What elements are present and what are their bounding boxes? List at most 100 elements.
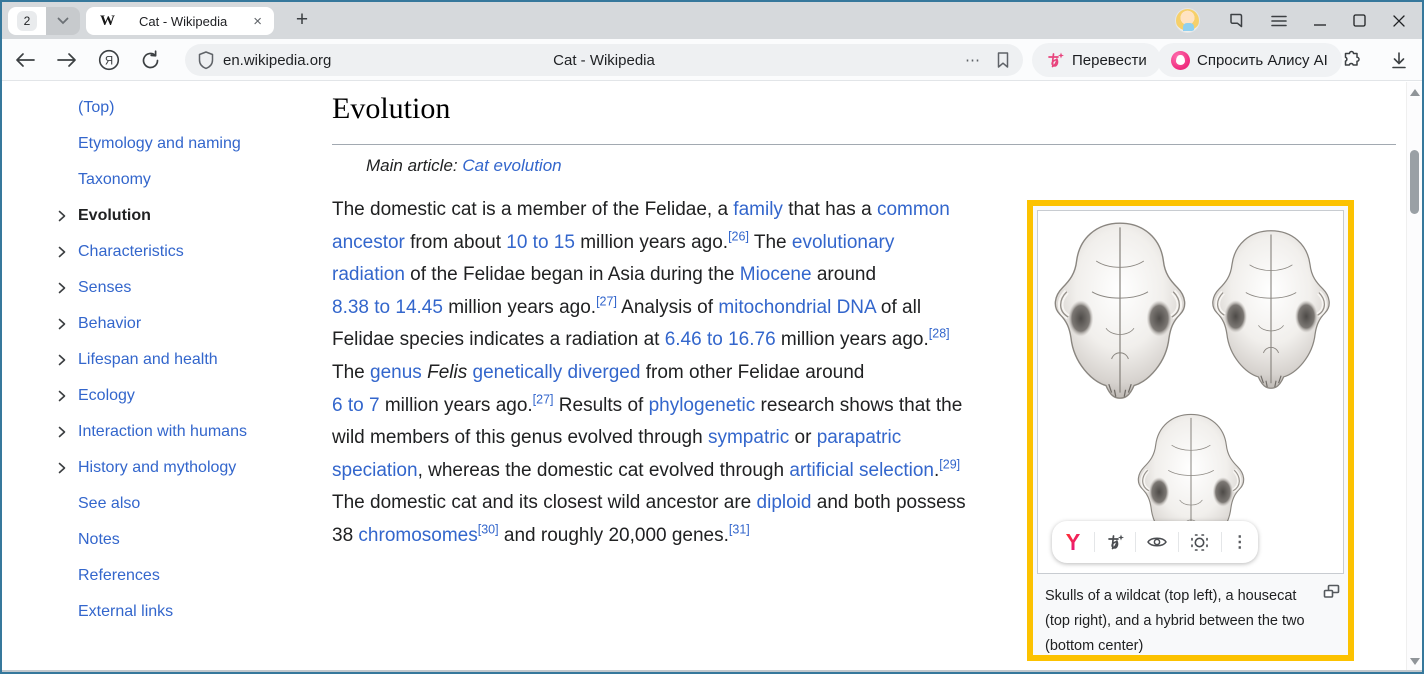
extensions-button[interactable] bbox=[1342, 50, 1362, 70]
sidebar-item-top[interactable]: (Top) bbox=[2, 90, 302, 126]
translate-icon bbox=[1046, 51, 1065, 70]
citation-link[interactable]: [31] bbox=[729, 523, 750, 537]
sidebar-item-taxonomy[interactable]: Taxonomy bbox=[2, 162, 302, 198]
maximize-button[interactable] bbox=[1353, 14, 1366, 27]
article-link[interactable]: parapatric bbox=[817, 427, 902, 448]
image-hover-toolbar: ⋮ bbox=[1052, 521, 1258, 563]
sidebar-item-interaction[interactable]: Interaction with humans bbox=[2, 414, 302, 450]
chevron-right-icon[interactable] bbox=[56, 390, 68, 402]
profile-avatar[interactable] bbox=[1175, 8, 1200, 33]
article-link[interactable]: chromosomes bbox=[358, 525, 477, 546]
article-link[interactable]: genetically diverged bbox=[473, 362, 641, 383]
url-field[interactable]: en.wikipedia.org Cat - Wikipedia ⋯ bbox=[185, 44, 1023, 76]
article-link[interactable]: mitochondrial DNA bbox=[718, 297, 875, 318]
chevron-right-icon[interactable] bbox=[56, 426, 68, 438]
article-link[interactable]: sympatric bbox=[708, 427, 789, 448]
article-link[interactable]: radiation bbox=[332, 264, 405, 285]
article-link[interactable]: genus bbox=[370, 362, 422, 383]
puzzle-icon bbox=[1342, 50, 1362, 70]
sidebar-item-references[interactable]: References bbox=[2, 558, 302, 594]
page-scrollbar[interactable] bbox=[1406, 82, 1422, 672]
article-link[interactable]: artificial selection bbox=[789, 460, 934, 481]
sidebar-item-characteristics[interactable]: Characteristics bbox=[2, 234, 302, 270]
scroll-down-arrow[interactable] bbox=[1410, 658, 1420, 665]
ask-alice-label: Спросить Алису AI bbox=[1197, 52, 1328, 69]
sidebar-item-behavior[interactable]: Behavior bbox=[2, 306, 302, 342]
forward-button[interactable] bbox=[56, 52, 78, 68]
url-overflow-menu[interactable]: ⋯ bbox=[965, 51, 981, 69]
citation-link[interactable]: [28] bbox=[929, 327, 950, 341]
chevron-right-icon[interactable] bbox=[56, 282, 68, 294]
article-link[interactable]: 6 to 7 bbox=[332, 395, 380, 416]
close-window-button[interactable] bbox=[1392, 14, 1406, 28]
highlighted-thumbnail: ⋮ Skulls of a wildcat (top left), a hous… bbox=[1027, 200, 1354, 661]
yandex-y-icon[interactable] bbox=[1062, 531, 1084, 553]
tab-counter[interactable]: 2 bbox=[8, 7, 80, 35]
downloads-button[interactable] bbox=[1390, 51, 1408, 70]
sidebar-item-etymology[interactable]: Etymology and naming bbox=[2, 126, 302, 162]
image-search-lens-icon[interactable] bbox=[1189, 532, 1210, 553]
article-link[interactable]: 6.46 to 16.76 bbox=[665, 329, 776, 350]
citation-link[interactable]: [29] bbox=[939, 457, 960, 471]
tab-counter-button[interactable]: 2 bbox=[8, 7, 46, 35]
kebab-menu-icon[interactable]: ⋮ bbox=[1232, 532, 1248, 552]
new-tab-button[interactable]: + bbox=[288, 6, 316, 34]
expand-image-icon[interactable] bbox=[1323, 584, 1340, 599]
minimize-button[interactable] bbox=[1313, 14, 1327, 28]
sidebar-item-lifespan[interactable]: Lifespan and health bbox=[2, 342, 302, 378]
chevron-right-icon[interactable] bbox=[56, 210, 68, 222]
tab-close-icon[interactable]: × bbox=[251, 13, 264, 30]
translate-image-icon[interactable] bbox=[1106, 533, 1125, 552]
citation-link[interactable]: [30] bbox=[478, 523, 499, 537]
arrow-right-icon bbox=[56, 52, 78, 68]
chevron-right-icon[interactable] bbox=[56, 462, 68, 474]
article-link[interactable]: 10 to 15 bbox=[506, 232, 575, 253]
tab-list-dropdown[interactable] bbox=[46, 7, 80, 35]
maximize-icon bbox=[1353, 14, 1366, 27]
back-button[interactable] bbox=[14, 52, 36, 68]
reload-button[interactable] bbox=[140, 50, 161, 71]
translate-button[interactable]: Перевести bbox=[1032, 43, 1161, 77]
chevron-down-icon bbox=[57, 17, 69, 25]
article-link[interactable]: evolutionary bbox=[792, 232, 894, 253]
scroll-up-arrow[interactable] bbox=[1410, 89, 1420, 96]
main-article-note: Main article: Cat evolution bbox=[366, 156, 562, 176]
article-link[interactable]: Miocene bbox=[740, 264, 812, 285]
article-link[interactable]: 8.38 to 14.45 bbox=[332, 297, 443, 318]
site-security-shield-icon[interactable] bbox=[197, 50, 215, 70]
eye-icon[interactable] bbox=[1146, 534, 1168, 550]
bookmark-icon[interactable] bbox=[995, 51, 1011, 69]
url-host: en.wikipedia.org bbox=[223, 52, 331, 69]
article-link[interactable]: common bbox=[877, 199, 950, 220]
toolbar-divider bbox=[1094, 532, 1095, 552]
skulls-image[interactable]: ⋮ bbox=[1037, 210, 1344, 574]
menu-button[interactable] bbox=[1271, 14, 1287, 28]
italic-term: Felis bbox=[427, 362, 467, 383]
sidebar-item-see-also[interactable]: See also bbox=[2, 486, 302, 522]
ask-alice-button[interactable]: Спросить Алису AI bbox=[1157, 43, 1342, 77]
sidebar-item-notes[interactable]: Notes bbox=[2, 522, 302, 558]
article-link[interactable]: phylogenetic bbox=[649, 395, 756, 416]
article-link[interactable]: family bbox=[733, 199, 783, 220]
article-link[interactable]: ancestor bbox=[332, 232, 405, 253]
wikipedia-favicon: W bbox=[100, 13, 115, 30]
chevron-right-icon[interactable] bbox=[56, 354, 68, 366]
chevron-right-icon[interactable] bbox=[56, 318, 68, 330]
browser-window: 2 W Cat - Wikipedia × + bbox=[0, 0, 1424, 674]
scrollbar-thumb[interactable] bbox=[1410, 150, 1419, 214]
yandex-start-button[interactable]: Я bbox=[98, 49, 120, 71]
side-panel-button[interactable] bbox=[1226, 11, 1245, 30]
chevron-right-icon[interactable] bbox=[56, 246, 68, 258]
article-link[interactable]: diploid bbox=[757, 492, 812, 513]
sidebar-item-senses[interactable]: Senses bbox=[2, 270, 302, 306]
main-article-link[interactable]: Cat evolution bbox=[462, 156, 561, 175]
article-link[interactable]: speciation bbox=[332, 460, 418, 481]
sidebar-item-history[interactable]: History and mythology bbox=[2, 450, 302, 486]
tab-cat-wikipedia[interactable]: W Cat - Wikipedia × bbox=[86, 7, 274, 35]
sidebar-item-ecology[interactable]: Ecology bbox=[2, 378, 302, 414]
sidebar-item-evolution[interactable]: Evolution bbox=[2, 198, 302, 234]
citation-link[interactable]: [26] bbox=[728, 229, 749, 243]
citation-link[interactable]: [27] bbox=[533, 392, 554, 406]
sidebar-item-external-links[interactable]: External links bbox=[2, 594, 302, 630]
citation-link[interactable]: [27] bbox=[596, 294, 617, 308]
